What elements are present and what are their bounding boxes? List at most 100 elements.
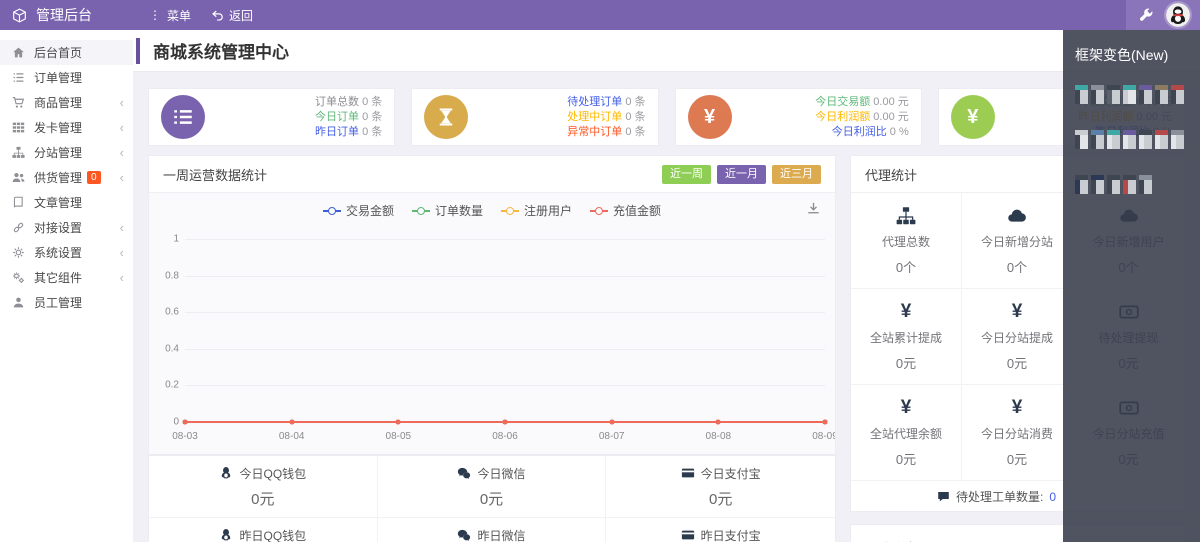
cart-icon bbox=[12, 96, 25, 109]
user-avatar[interactable] bbox=[1166, 3, 1190, 27]
stat-line: 订单总数 0 条 bbox=[315, 95, 383, 108]
stat-cards-row: 订单总数 0 条今日订单 0 条昨日订单 0 条 待处理订单 0 条处理中订单 0… bbox=[148, 88, 1185, 146]
sidebar-item-products[interactable]: 商品管理 ‹ bbox=[0, 90, 133, 115]
sidebar-item-substations[interactable]: 分站管理 ‹ bbox=[0, 140, 133, 165]
legend-marker-icon bbox=[322, 206, 341, 215]
theme-swatch-0-5[interactable] bbox=[1155, 85, 1168, 104]
menu-button[interactable]: ⋮ 菜单 bbox=[149, 7, 191, 24]
swatch-row bbox=[1075, 175, 1188, 194]
swatch-row bbox=[1075, 130, 1188, 149]
stat-line: 今日利润额 0.00 元 bbox=[815, 110, 909, 123]
pending-tickets-label: 待处理工单数量: bbox=[955, 490, 1044, 504]
theme-swatch-2-1[interactable] bbox=[1091, 175, 1104, 194]
book-icon bbox=[12, 196, 25, 209]
agent-stat-value: 0元 bbox=[1006, 451, 1028, 467]
pending-tickets-value: 0 bbox=[1049, 489, 1056, 504]
agent-stat-value: 0元 bbox=[895, 355, 917, 371]
today-substation-commission-cell: ¥ 今日分站提成 0元 bbox=[962, 289, 1073, 385]
legend-item[interactable]: 充值金额 bbox=[590, 202, 661, 219]
back-button[interactable]: 返回 bbox=[211, 7, 253, 24]
title-accent-bar bbox=[136, 37, 140, 64]
payment-value: 0元 bbox=[708, 490, 733, 508]
theme-swatch-2-3[interactable] bbox=[1123, 175, 1136, 194]
stat-line: 处理中订单 0 条 bbox=[567, 110, 646, 123]
yen-icon: ¥ bbox=[687, 95, 732, 139]
gridline bbox=[185, 385, 825, 387]
count-badge: 0 bbox=[87, 171, 101, 184]
sidebar-item-integration[interactable]: 对接设置 ‹ bbox=[0, 215, 133, 240]
x-axis-label: 08-09 bbox=[812, 431, 835, 442]
sidebar-item-label: 发卡管理 bbox=[34, 121, 83, 135]
data-point bbox=[182, 419, 188, 425]
agent-stat-label: 代理总数 bbox=[881, 234, 930, 249]
sidebar-item-orders[interactable]: 订单管理 bbox=[0, 65, 133, 90]
theme-swatch-1-0[interactable] bbox=[1075, 130, 1088, 149]
range-button-0[interactable]: 近一周 bbox=[662, 164, 711, 184]
legend-item[interactable]: 交易金额 bbox=[322, 202, 394, 219]
payment-label: 昨日微信 bbox=[457, 527, 526, 542]
theme-swatch-1-3[interactable] bbox=[1123, 130, 1136, 149]
chart-body: 交易金额 订单数量 注册用户 充值金额 1 0.8 0.6 0.4 0.2 0 08-03 08-0… bbox=[149, 193, 835, 454]
page-header: 商城系统管理中心 bbox=[133, 30, 1200, 72]
cogs-icon bbox=[12, 271, 25, 284]
stat-card-lines: 待处理订单 0 条处理中订单 0 条异常中订单 0 条 bbox=[567, 95, 645, 140]
legend-item[interactable]: 订单数量 bbox=[411, 202, 483, 219]
theme-swatch-0-4[interactable] bbox=[1139, 85, 1152, 104]
qq-icon bbox=[219, 466, 233, 480]
users-icon bbox=[12, 171, 25, 184]
theme-swatch-1-5[interactable] bbox=[1155, 130, 1168, 149]
yen-icon: ¥ bbox=[900, 301, 912, 322]
chevron-left-icon: ‹ bbox=[119, 245, 124, 260]
sidebar-item-system-settings[interactable]: 系统设置 ‹ bbox=[0, 240, 133, 265]
comment-icon bbox=[937, 490, 950, 503]
today-finance-card: ¥ 今日交易额 0.00 元今日利润额 0.00 元今日利润比 0 % bbox=[674, 88, 922, 146]
download-icon[interactable] bbox=[806, 201, 821, 216]
y-axis-tick: 0.8 bbox=[165, 270, 179, 282]
agent-stat-value: 0元 bbox=[895, 451, 917, 467]
brand[interactable]: 管理后台 bbox=[0, 5, 133, 25]
theme-swatch-2-4[interactable] bbox=[1139, 175, 1152, 194]
theme-swatch-0-1[interactable] bbox=[1091, 85, 1104, 104]
theme-swatch-2-0[interactable] bbox=[1075, 175, 1088, 194]
agent-stat-value: 0元 bbox=[1006, 355, 1028, 371]
agent-stat-label: 今日新增分站 bbox=[980, 234, 1053, 249]
sidebar-item-staff[interactable]: 员工管理 bbox=[0, 290, 133, 315]
sidebar-item-articles[interactable]: 文章管理 bbox=[0, 190, 133, 215]
stat-line: 今日交易额 0.00 元 bbox=[815, 95, 909, 108]
wrench-settings-icon[interactable] bbox=[1138, 7, 1154, 23]
sidebar-item-home[interactable]: 后台首页 bbox=[0, 40, 133, 65]
yesterday-qq-wallet-cell: 昨日QQ钱包0元 bbox=[149, 518, 378, 542]
topbar-right bbox=[1126, 0, 1200, 30]
theme-swatch-0-0[interactable] bbox=[1075, 85, 1088, 104]
payments-row: 昨日QQ钱包0元昨日微信0元昨日支付宝0元 bbox=[149, 518, 835, 542]
stat-line: 异常中订单 0 条 bbox=[567, 125, 646, 138]
agent-stat-label: 全站代理余额 bbox=[869, 426, 942, 441]
data-point bbox=[395, 419, 401, 425]
payment-value: 0元 bbox=[479, 490, 504, 508]
theme-swatch-0-6[interactable] bbox=[1171, 85, 1184, 104]
theme-swatch-0-2[interactable] bbox=[1107, 85, 1120, 104]
sidebar-item-components[interactable]: 其它组件 ‹ bbox=[0, 265, 133, 290]
total-agent-balance-cell: ¥ 全站代理余额 0元 bbox=[851, 385, 962, 481]
theme-swatch-1-4[interactable] bbox=[1139, 130, 1152, 149]
theme-swatch-0-3[interactable] bbox=[1123, 85, 1136, 104]
agent-stat-label: 全站累计提成 bbox=[869, 330, 942, 345]
sidebar-item-suppliers[interactable]: 供货管理 0 ‹ bbox=[0, 165, 133, 190]
theme-swatch-2-2[interactable] bbox=[1107, 175, 1120, 194]
range-button-1[interactable]: 近一月 bbox=[717, 164, 766, 184]
theme-swatch-1-2[interactable] bbox=[1107, 130, 1120, 149]
theme-swatch-1-6[interactable] bbox=[1171, 130, 1184, 149]
sidebar-item-label: 系统设置 bbox=[34, 246, 83, 260]
sitemap-icon bbox=[896, 206, 916, 226]
menu-label: 菜单 bbox=[167, 8, 192, 23]
legend-label: 订单数量 bbox=[434, 204, 483, 218]
payments-row: 今日QQ钱包 0元 今日微信 0元 今日支付宝 0元 bbox=[149, 456, 835, 518]
theme-swatch-1-1[interactable] bbox=[1091, 130, 1104, 149]
qq-icon bbox=[219, 528, 233, 542]
grid-icon bbox=[12, 121, 25, 134]
range-button-2[interactable]: 近三月 bbox=[772, 164, 821, 184]
swatch-row bbox=[1075, 85, 1188, 104]
legend-item[interactable]: 注册用户 bbox=[501, 202, 572, 219]
data-point bbox=[502, 419, 508, 425]
sidebar-item-card-issuing[interactable]: 发卡管理 ‹ bbox=[0, 115, 133, 140]
